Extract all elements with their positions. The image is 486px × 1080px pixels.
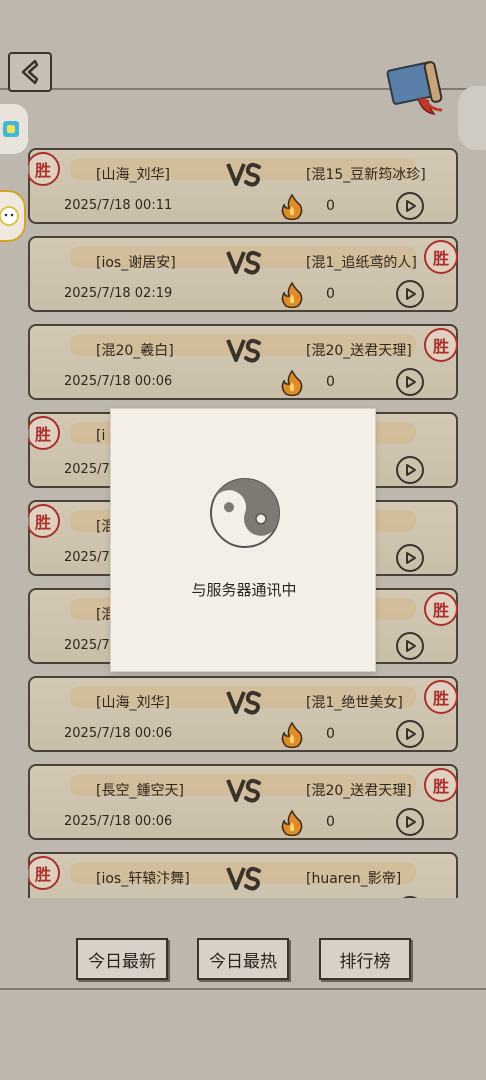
- player-left-name: [混20_羲白]: [96, 343, 174, 359]
- match-date: 2025/7/18 00:06: [64, 726, 173, 741]
- heat-score: 0: [326, 198, 335, 214]
- heat-score: 0: [326, 814, 335, 830]
- play-icon: [406, 464, 416, 476]
- side-app-icon[interactable]: [0, 104, 28, 154]
- match-card[interactable]: [山海_刘华] [混15_豆新筠冰珍] 2025/7/18 00:11 0 胜: [28, 148, 458, 224]
- win-badge: 胜: [424, 680, 458, 714]
- player-right-name: [混1_追纸鸢的人]: [306, 255, 417, 271]
- flame-icon: [281, 194, 303, 220]
- play-replay-button[interactable]: [396, 192, 424, 220]
- play-replay-button[interactable]: [396, 808, 424, 836]
- play-icon: [406, 288, 416, 300]
- match-date: 2025/7/18 02:19: [64, 286, 173, 301]
- win-badge: 胜: [424, 240, 458, 274]
- tab-ranking[interactable]: 排行榜: [319, 938, 411, 980]
- vs-icon: [226, 778, 261, 803]
- flame-icon: [281, 370, 303, 396]
- loading-dialog: 与服务器通讯中: [110, 408, 376, 672]
- vs-icon: [226, 690, 261, 715]
- play-icon: [406, 728, 416, 740]
- win-badge: 胜: [28, 856, 60, 890]
- match-card[interactable]: [山海_刘华] [混1_绝世美女] 2025/7/18 00:06 0 胜: [28, 676, 458, 752]
- match-date: 2025/7/18 00:06: [64, 814, 173, 829]
- play-icon: [406, 640, 416, 652]
- player-right-name: [huaren_影帝]: [306, 871, 402, 887]
- player-right-name: [混20_送君天理]: [306, 783, 412, 799]
- back-arrow-icon: [21, 59, 39, 85]
- win-badge: 胜: [424, 592, 458, 626]
- match-card[interactable]: [混20_羲白] [混20_送君天理] 2025/7/18 00:06 0 胜: [28, 324, 458, 400]
- play-replay-button[interactable]: [396, 368, 424, 396]
- footer-divider: [0, 988, 486, 990]
- vs-icon: [226, 162, 261, 187]
- loading-text: 与服务器通讯中: [191, 581, 297, 599]
- play-replay-button[interactable]: [396, 280, 424, 308]
- player-right-name: [混20_送君天理]: [306, 343, 412, 359]
- play-icon: [406, 200, 416, 212]
- win-badge: 胜: [28, 504, 60, 538]
- flame-icon: [281, 282, 303, 308]
- win-badge: 胜: [28, 416, 60, 450]
- player-right-name: [混1_绝世美女]: [306, 695, 403, 711]
- match-card[interactable]: [長空_鍾空天] [混20_送君天理] 2025/7/18 00:06 0 胜: [28, 764, 458, 840]
- play-replay-button[interactable]: [396, 544, 424, 572]
- match-date: 2025/7/18 00:11: [64, 198, 173, 213]
- play-replay-button[interactable]: [396, 632, 424, 660]
- mascot-icon: [0, 206, 19, 226]
- vs-icon: [226, 338, 261, 363]
- match-date: 2025/7/18 00:06: [64, 374, 173, 389]
- player-left-name: [山海_刘华]: [96, 167, 170, 183]
- scroll-book-icon[interactable]: [384, 56, 454, 116]
- play-replay-button[interactable]: [396, 896, 424, 898]
- win-badge: 胜: [424, 328, 458, 362]
- match-date: 2025/7/: [64, 638, 115, 653]
- match-card[interactable]: [ios_轩辕汴舞] [huaren_影帝] 胜: [28, 852, 458, 898]
- heat-score: 0: [326, 374, 335, 390]
- heat-score: 0: [326, 286, 335, 302]
- player-left-name: [ios_轩辕汴舞]: [96, 871, 190, 887]
- player-left-name: [山海_刘华]: [96, 695, 170, 711]
- vs-icon: [226, 250, 261, 275]
- play-icon: [406, 552, 416, 564]
- vs-icon: [226, 866, 261, 891]
- flame-icon: [281, 810, 303, 836]
- play-replay-button[interactable]: [396, 456, 424, 484]
- player-left-name: [i: [96, 428, 106, 444]
- win-badge: 胜: [28, 152, 60, 186]
- yin-yang-icon: [210, 478, 280, 548]
- tab-today-hot[interactable]: 今日最热: [197, 938, 289, 980]
- grid-icon: [3, 121, 19, 137]
- side-panel-handle[interactable]: [458, 86, 486, 150]
- player-left-name: [ios_谢居安]: [96, 255, 176, 271]
- play-icon: [406, 376, 416, 388]
- player-right-name: [混15_豆新筠冰珍]: [306, 167, 426, 183]
- player-left-name: [長空_鍾空天]: [96, 783, 184, 799]
- win-badge: 胜: [424, 768, 458, 802]
- side-avatar[interactable]: [0, 190, 26, 242]
- flame-icon: [281, 722, 303, 748]
- play-icon: [406, 816, 416, 828]
- heat-score: 0: [326, 726, 335, 742]
- match-card[interactable]: [ios_谢居安] [混1_追纸鸢的人] 2025/7/18 02:19 0 胜: [28, 236, 458, 312]
- play-replay-button[interactable]: [396, 720, 424, 748]
- back-button[interactable]: [8, 52, 52, 92]
- tab-today-latest[interactable]: 今日最新: [76, 938, 168, 980]
